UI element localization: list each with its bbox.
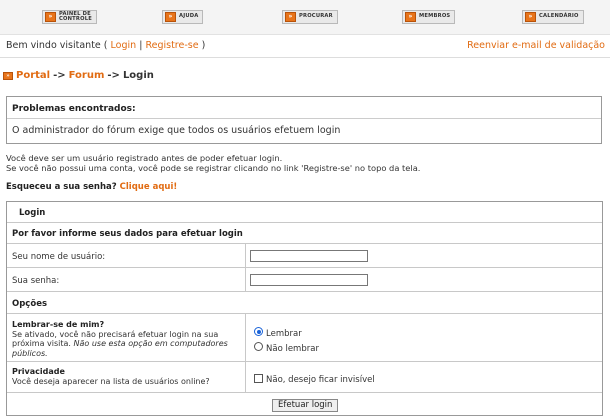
members-label: MEMBROS	[419, 13, 451, 20]
control-panel-label-line2: CONTROLE	[59, 16, 92, 22]
privacy-row: Privacidade Você deseja aparecer na list…	[7, 362, 602, 393]
login-form-title: Login	[19, 208, 46, 218]
password-row: Sua senha:	[7, 268, 602, 292]
problems-box: Problemas encontrados: O administrador d…	[6, 96, 602, 144]
resend-validation-link[interactable]: Reenviar e-mail de validação	[467, 40, 605, 51]
password-label: Sua senha:	[12, 276, 60, 286]
login-header-row: Login	[7, 202, 602, 223]
remember-title: Lembrar-se de mim?	[12, 320, 105, 329]
search-button[interactable]: » PROCURAR	[282, 10, 338, 24]
login-form-subtitle: Por favor informe seus dados para efetua…	[12, 229, 243, 239]
arrow-icon: »	[285, 12, 296, 22]
breadcrumb-current: Login	[122, 70, 154, 81]
username-input[interactable]	[250, 250, 368, 262]
breadcrumb-icon: »	[3, 71, 13, 80]
remember-row: Lembrar-se de mim? Se ativado, você não …	[7, 314, 602, 362]
arrow-icon: »	[405, 12, 416, 22]
breadcrumb-forum[interactable]: Forum	[69, 70, 105, 81]
remember-yes-radio[interactable]	[254, 327, 263, 336]
control-panel-button[interactable]: » PAINEL DE CONTROLE	[42, 10, 97, 24]
members-button[interactable]: » MEMBROS	[402, 10, 456, 24]
calendar-label: CALENDÁRIO	[539, 13, 579, 20]
forgot-password: Esqueceu a sua senha? Clique aqui!	[6, 182, 177, 192]
breadcrumb: » Portal -> Forum -> Login	[3, 70, 154, 81]
breadcrumb-arrow: ->	[107, 70, 120, 81]
problems-message: O administrador do fórum exige que todos…	[12, 125, 341, 136]
remember-no-radio[interactable]	[254, 342, 263, 351]
divider	[7, 118, 601, 119]
breadcrumb-arrow: ->	[53, 70, 66, 81]
remember-warning-2: públicos.	[12, 348, 48, 358]
privacy-title: Privacidade	[12, 367, 65, 376]
arrow-icon: »	[45, 12, 56, 22]
password-input[interactable]	[250, 274, 368, 286]
invisible-checkbox[interactable]	[254, 374, 263, 383]
info-line-1: Você deve ser um usuário registrado ante…	[6, 153, 283, 163]
welcome-separator: |	[139, 40, 143, 51]
help-label: AJUDA	[179, 13, 199, 20]
login-link[interactable]: Login	[111, 40, 137, 51]
welcome-bar: Bem vindo visitante ( Login | Registre-s…	[0, 35, 610, 58]
forgot-password-text: Esqueceu a sua senha?	[6, 182, 117, 192]
remember-desc-line2: próxima visita.	[12, 339, 71, 348]
forgot-password-link[interactable]: Clique aqui!	[120, 182, 178, 192]
options-title: Opções	[12, 299, 48, 309]
submit-login-button[interactable]: Efetuar login	[272, 399, 339, 412]
remember-desc-line1: Se ativado, você não precisará efetuar l…	[12, 329, 219, 339]
login-form: Login Por favor informe seus dados para …	[6, 201, 603, 416]
invisible-label[interactable]: Não, desejo ficar invisível	[266, 375, 375, 385]
privacy-desc: Você deseja aparecer na lista de usuário…	[12, 376, 210, 386]
welcome-suffix: )	[201, 40, 206, 51]
username-label: Seu nome de usuário:	[12, 252, 106, 262]
top-navigation: » PAINEL DE CONTROLE » AJUDA » PROCURAR »…	[0, 0, 610, 35]
calendar-button[interactable]: » CALENDÁRIO	[522, 10, 584, 24]
login-info: Você deve ser um usuário registrado ante…	[6, 153, 420, 173]
breadcrumb-portal[interactable]: Portal	[16, 70, 50, 81]
search-label: PROCURAR	[299, 13, 333, 20]
remember-yes-label[interactable]: Lembrar	[266, 329, 302, 339]
privacy-description: Privacidade Você deseja aparecer na list…	[12, 367, 210, 386]
welcome-prefix: Bem vindo visitante (	[6, 40, 108, 51]
info-line-2: Se você não possui uma conta, você pode …	[6, 163, 421, 173]
arrow-icon: »	[525, 12, 536, 22]
remember-description: Lembrar-se de mim? Se ativado, você não …	[12, 320, 242, 358]
help-button[interactable]: » AJUDA	[162, 10, 204, 24]
options-header-row: Opções	[7, 292, 602, 314]
arrow-icon: »	[165, 12, 176, 22]
remember-no-label[interactable]: Não lembrar	[266, 344, 319, 354]
login-subheader-row: Por favor informe seus dados para efetua…	[7, 223, 602, 244]
remember-warning: Não use esta opção em computadores	[73, 339, 228, 348]
problems-title: Problemas encontrados:	[12, 104, 136, 114]
username-row: Seu nome de usuário:	[7, 244, 602, 268]
register-link[interactable]: Registre-se	[145, 40, 198, 51]
welcome-text: Bem vindo visitante ( Login | Registre-s…	[6, 40, 205, 51]
